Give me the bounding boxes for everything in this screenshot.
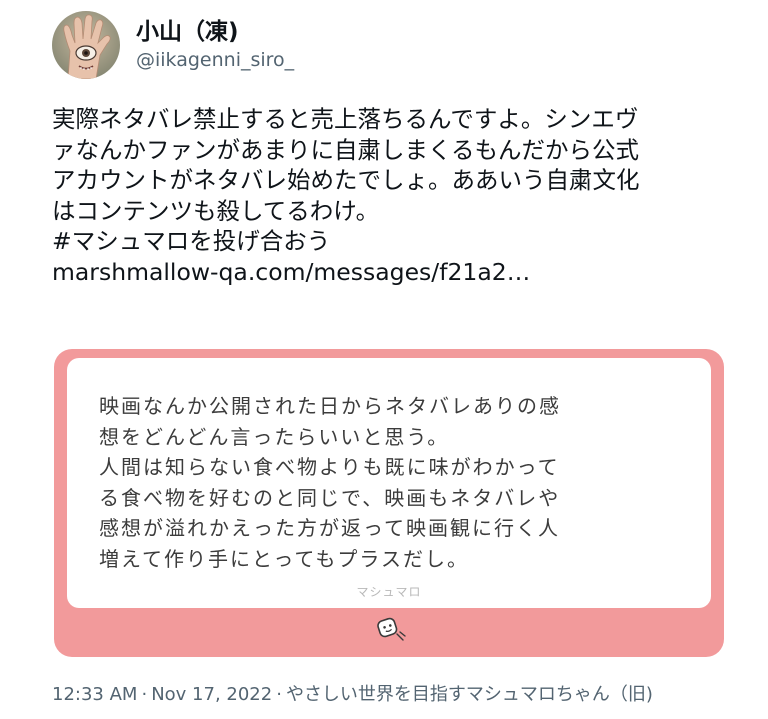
avatar-image — [52, 11, 120, 79]
marshmallow-card[interactable]: 映画なんか公開された日からネタバレありの感 想をどんどん言ったらいいと思う。 人… — [54, 349, 724, 657]
meta-separator: · — [276, 684, 282, 705]
avatar[interactable] — [52, 11, 120, 79]
tweet-text-line: はコンテンツも殺してるわけ。 — [52, 196, 380, 225]
display-name[interactable]: 小山（凍) — [136, 17, 294, 47]
card-message-box: 映画なんか公開された日からネタバレありの感 想をどんどん言ったらいいと思う。 人… — [67, 358, 711, 608]
card-message-line: 人間は知らない食べ物よりも既に味がわかって — [99, 455, 560, 479]
tweet-date[interactable]: Nov 17, 2022 — [151, 684, 272, 705]
username[interactable]: @iikagenni_siro_ — [136, 47, 294, 73]
tweet-text-line: ァなんかファンがあまりに自粛しまくるもんだから公式 — [52, 135, 640, 164]
card-message-line: 増えて作り手にとってもプラスだし。 — [99, 546, 469, 571]
marshmallow-icon — [370, 614, 408, 644]
url-link[interactable]: marshmallow-qa.com/messages/f21a2… — [52, 257, 722, 288]
hashtag-link[interactable]: #マシュマロを投げ合おう — [52, 226, 722, 257]
meta-separator: · — [141, 684, 148, 705]
tweet-time[interactable]: 12:33 AM — [52, 684, 137, 705]
card-message-line: る食べ物を好むのと同じで、映画もネタバレや — [99, 485, 561, 510]
card-message-line: 想をどんどん言ったらいいと思う。 — [99, 424, 450, 449]
tweet-text-line: アカウントがネタバレ始めたでしょ。ああいう自粛文化 — [52, 166, 640, 195]
tweet-body: 実際ネタバレ禁止すると売上落ちるんですよ。シンエヴ ァなんかファンがあまりに自粛… — [52, 104, 722, 288]
tweet-header: 小山（凍) @iikagenni_siro_ — [52, 10, 294, 80]
card-message: 映画なんか公開された日からネタバレありの感 想をどんどん言ったらいいと思う。 人… — [99, 391, 561, 574]
tweet-meta: 12:33 AM · Nov 17, 2022 · やさしい世界を目指すマシュマロちゃん… — [52, 682, 653, 708]
user-names: 小山（凍) @iikagenni_siro_ — [136, 17, 294, 73]
card-message-line: 感想が溢れかえった方が返って映画観に行く人 — [99, 516, 560, 540]
tweet-text-line: 実際ネタバレ禁止すると売上落ちるんですよ。シンエヴ — [52, 105, 639, 133]
tweet-source[interactable]: やさしい世界を目指すマシュマロちゃん（旧) — [286, 684, 653, 705]
card-brand-label: マシュマロ — [356, 585, 422, 599]
card-message-line: 映画なんか公開された日からネタバレありの感 — [99, 394, 561, 418]
